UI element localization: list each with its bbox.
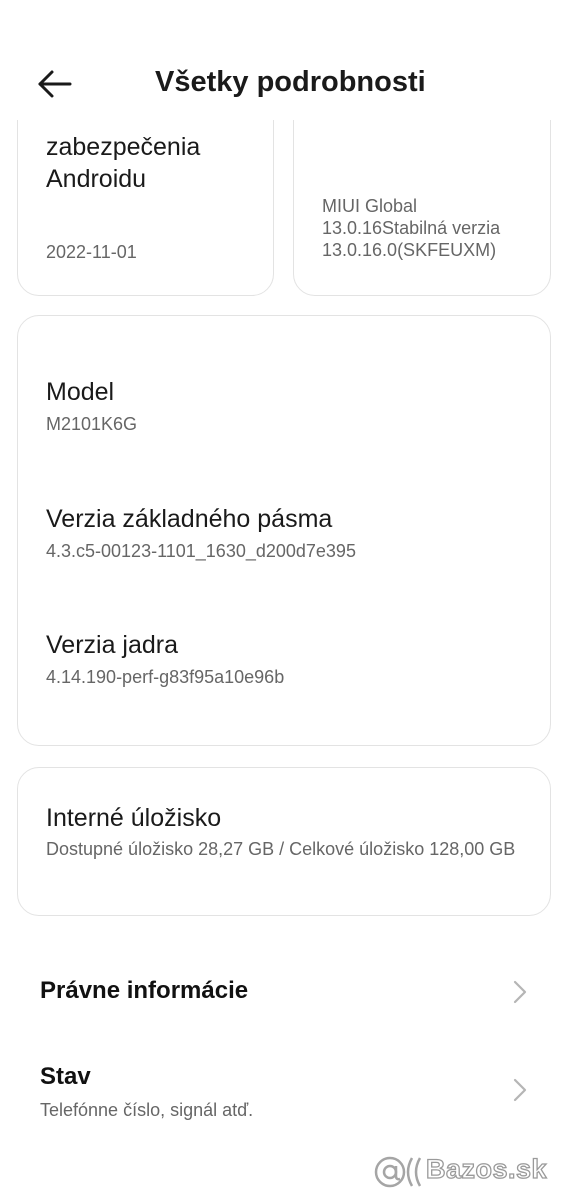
internal-storage-value: Dostupné úložisko 28,27 GB / Celkové úlo… (46, 839, 516, 859)
miui-version-line1: MIUI Global (322, 196, 418, 216)
legal-information-title: Právne informácie (40, 977, 249, 1004)
security-patch-label: zabezpečenia Androidu (46, 131, 266, 195)
security-patch-label-line2: Androidu (46, 165, 147, 193)
watermark-text: Bazos.sk (425, 1153, 548, 1184)
device-info-card: Model M2101K6G Verzia základného pásma 4… (17, 315, 551, 746)
status-row[interactable]: Stav Telefónne číslo, signál atď. (0, 1045, 570, 1135)
internal-storage-label: Interné úložisko (46, 804, 222, 832)
chevron-right-icon (513, 980, 527, 1004)
baseband-version-label: Verzia základného pásma (46, 505, 333, 533)
model-label: Model (46, 378, 115, 406)
model-value[interactable]: M2101K6G (46, 413, 137, 435)
status-title: Stav (40, 1063, 91, 1090)
security-patch-label-line1: zabezpečenia (46, 133, 201, 161)
legal-information-row[interactable]: Právne informácie (0, 955, 570, 1030)
chevron-right-icon (513, 1078, 527, 1102)
baseband-version-value[interactable]: 4.3.c5-00123-1101_1630_d200d7e395 (46, 540, 356, 562)
miui-version-line2: 13.0.16Stabilná verzia (322, 218, 501, 238)
bazos-logo-icon (374, 1156, 422, 1188)
about-phone-details-screen: zabezpečenia Androidu 2022-11-01 MIUI Gl… (0, 0, 570, 1200)
kernel-version-value[interactable]: 4.14.190-perf-g83f95a10e96b (46, 666, 284, 688)
internal-storage-card[interactable]: Interné úložisko Dostupné úložisko 28,27… (17, 767, 551, 916)
page-title: Všetky podrobnosti (155, 66, 426, 98)
status-subtitle: Telefónne číslo, signál atď. (40, 1100, 254, 1120)
top-app-bar: Všetky podrobnosti (0, 0, 570, 120)
arrow-left-icon[interactable] (30, 60, 78, 108)
miui-version-line3: 13.0.16.0(SKFEUXM) (322, 240, 497, 260)
kernel-version-label: Verzia jadra (46, 631, 179, 659)
bazos-watermark: Bazos.sk (372, 1150, 562, 1194)
security-patch-value: 2022-11-01 (46, 242, 137, 262)
miui-version-value: MIUI Global 13.0.16Stabilná verzia 13.0.… (322, 195, 547, 261)
